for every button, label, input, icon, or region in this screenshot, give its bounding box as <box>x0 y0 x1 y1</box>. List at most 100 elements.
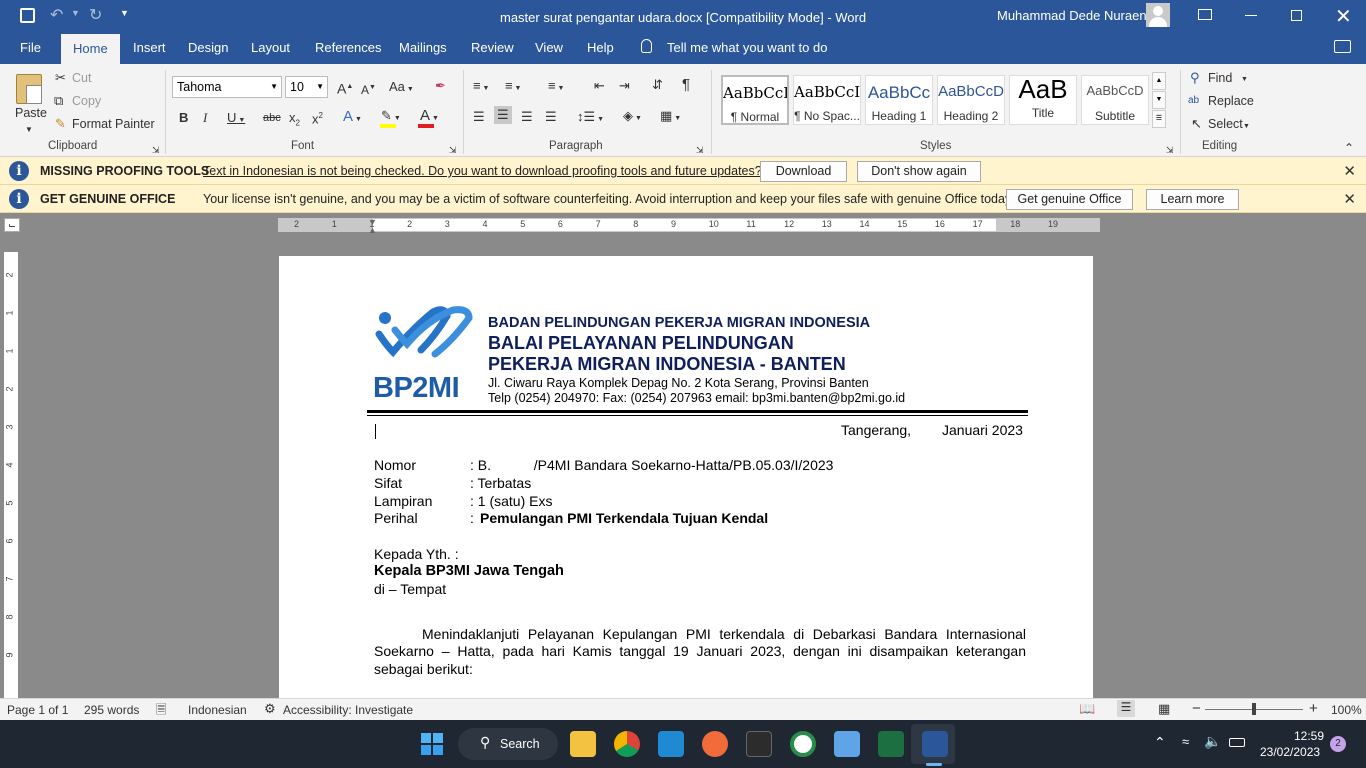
cut-icon[interactable]: ✂ <box>55 70 66 86</box>
increase-indent-icon[interactable]: ⇥ <box>619 78 630 94</box>
word-count[interactable]: 295 words <box>84 703 139 717</box>
volume-icon[interactable]: 🔈 <box>1204 733 1221 750</box>
text-effects-icon[interactable]: A ▼ <box>343 109 362 128</box>
undo-icon[interactable]: ↶ <box>50 5 63 25</box>
format-painter-button[interactable]: Format Painter <box>72 117 155 131</box>
comments-icon[interactable] <box>1334 40 1351 53</box>
zoom-slider-thumb[interactable] <box>1252 703 1256 715</box>
close-proofing-bar-icon[interactable]: ✕ <box>1343 162 1356 180</box>
avatar[interactable] <box>1146 3 1170 27</box>
zoom-level[interactable]: 100% <box>1331 703 1362 717</box>
paste-icon[interactable] <box>16 74 42 104</box>
copy-icon[interactable]: ⧉ <box>54 93 63 109</box>
font-name-box[interactable]: Tahoma ▼ <box>172 76 282 98</box>
save-icon[interactable] <box>20 8 35 23</box>
tab-selector[interactable]: ⌙ <box>4 218 20 232</box>
style-title[interactable]: AaB Title <box>1009 75 1077 125</box>
document-page[interactable]: BP2MI BADAN PELINDUNGAN PEKERJA MIGRAN I… <box>279 256 1093 698</box>
file-explorer-icon[interactable] <box>570 731 596 757</box>
superscript-icon[interactable]: x2 <box>312 108 323 127</box>
tab-layout[interactable]: Layout <box>251 40 290 55</box>
battery-icon[interactable] <box>1229 738 1245 747</box>
font-name-dropdown-icon[interactable]: ▼ <box>270 82 278 91</box>
postman-icon[interactable] <box>702 731 728 757</box>
copy-button[interactable]: Copy <box>72 94 101 108</box>
cut-button[interactable]: Cut <box>72 71 91 85</box>
notification-badge[interactable]: 2 <box>1330 736 1346 752</box>
sort-icon[interactable]: ⇵ <box>652 77 663 93</box>
styles-more-icon[interactable]: ☰ <box>1152 110 1166 128</box>
align-center-icon[interactable]: ☰ <box>494 106 512 124</box>
align-right-icon[interactable]: ☰ <box>521 109 533 125</box>
app-green-icon[interactable] <box>790 731 816 757</box>
page-count[interactable]: Page 1 of 1 <box>7 703 68 717</box>
zoom-in-button[interactable]: + <box>1309 700 1318 717</box>
taskbar-search[interactable]: ⚲ Search <box>458 728 558 760</box>
tab-home[interactable]: Home <box>61 34 120 64</box>
tab-mailings[interactable]: Mailings <box>399 40 447 55</box>
style-subtitle[interactable]: AaBbCcD Subtitle <box>1081 75 1149 125</box>
notepad-icon[interactable] <box>834 731 860 757</box>
tab-help[interactable]: Help <box>587 40 614 55</box>
decrease-indent-icon[interactable]: ⇤ <box>594 78 605 94</box>
accessibility-status[interactable]: Accessibility: Investigate <box>283 703 413 717</box>
line-spacing-icon[interactable]: ↕☰ ▼ <box>577 109 604 128</box>
tell-me-search[interactable]: Tell me what you want to do <box>667 40 827 55</box>
strikethrough-icon[interactable]: abc <box>263 110 281 126</box>
italic-icon[interactable]: I <box>203 110 207 126</box>
paste-button[interactable]: Paste <box>15 106 47 120</box>
get-genuine-office-button[interactable]: Get genuine Office <box>1006 189 1133 210</box>
grow-font-icon[interactable]: A▲ <box>337 79 353 97</box>
multilevel-list-icon[interactable]: ≡ ▼ <box>548 78 564 97</box>
font-size-dropdown-icon[interactable]: ▼ <box>316 82 324 91</box>
show-formatting-icon[interactable]: ¶ <box>682 77 690 93</box>
numbering-icon[interactable]: ≡ ▼ <box>505 78 521 97</box>
tab-references[interactable]: References <box>315 40 381 55</box>
terminal-icon[interactable] <box>746 731 772 757</box>
proofing-link[interactable]: Text in Indonesian is not being checked.… <box>203 164 762 178</box>
shrink-font-icon[interactable]: A▼ <box>361 80 376 98</box>
bullets-icon[interactable]: ≡ ▼ <box>473 78 489 97</box>
clear-formatting-icon[interactable]: ✒ <box>435 78 446 94</box>
replace-icon[interactable]: ab <box>1188 93 1199 109</box>
vscode-icon[interactable] <box>658 731 684 757</box>
tab-review[interactable]: Review <box>471 40 514 55</box>
language-indicator[interactable]: Indonesian <box>188 703 247 717</box>
select-icon[interactable]: ↖ <box>1191 116 1202 132</box>
horizontal-ruler[interactable]: 2 1 1 2 3 4 5 6 7 8 9 10 11 12 13 14 15 16 17 18 19 ▼ ▲ <box>278 217 1100 235</box>
redo-icon[interactable]: ↻ <box>89 5 102 25</box>
tab-file[interactable]: File <box>20 40 41 55</box>
borders-icon[interactable]: ▦ ▼ <box>660 108 681 127</box>
undo-dropdown-icon[interactable]: ▼ <box>71 8 80 18</box>
word-icon[interactable] <box>922 731 948 757</box>
bold-icon[interactable]: B <box>179 110 188 126</box>
tab-insert[interactable]: Insert <box>133 40 166 55</box>
style-heading-2[interactable]: AaBbCcD Heading 2 <box>937 75 1005 125</box>
clock-time[interactable]: 12:59 <box>1294 729 1324 743</box>
style-no-spacing[interactable]: AaBbCcI ¶ No Spac... <box>793 75 861 125</box>
replace-button[interactable]: Replace <box>1208 94 1254 108</box>
wifi-icon[interactable]: ≈ <box>1182 734 1189 749</box>
read-mode-icon[interactable]: 📖 <box>1079 701 1095 717</box>
styles-scroll-up-icon[interactable]: ▲ <box>1152 72 1166 90</box>
format-painter-icon[interactable]: ✎ <box>55 116 66 132</box>
find-dropdown-icon[interactable]: ▼ <box>1241 72 1248 88</box>
align-left-icon[interactable]: ☰ <box>473 109 485 125</box>
font-size-box[interactable]: 10 ▼ <box>285 76 328 98</box>
close-genuine-bar-icon[interactable]: ✕ <box>1343 190 1356 208</box>
restore-icon[interactable] <box>1291 10 1302 21</box>
tab-design[interactable]: Design <box>188 40 228 55</box>
tab-view[interactable]: View <box>535 40 563 55</box>
find-button[interactable]: Find <box>1208 71 1232 85</box>
minimize-icon[interactable] <box>1245 15 1257 16</box>
web-layout-icon[interactable]: ▦ <box>1158 701 1170 717</box>
ribbon-display-options-icon[interactable] <box>1198 9 1212 20</box>
learn-more-button[interactable]: Learn more <box>1146 189 1239 210</box>
accessibility-icon[interactable]: ⚙ <box>264 701 276 717</box>
chrome-icon[interactable] <box>614 731 640 757</box>
clock-date[interactable]: 23/02/2023 <box>1260 745 1320 759</box>
tray-chevron-icon[interactable]: ⌃ <box>1154 734 1166 751</box>
select-dropdown-icon[interactable]: ▼ <box>1243 119 1250 135</box>
styles-scroll-down-icon[interactable]: ▼ <box>1152 91 1166 109</box>
styles-launcher-icon[interactable]: ⇲ <box>1166 142 1174 158</box>
